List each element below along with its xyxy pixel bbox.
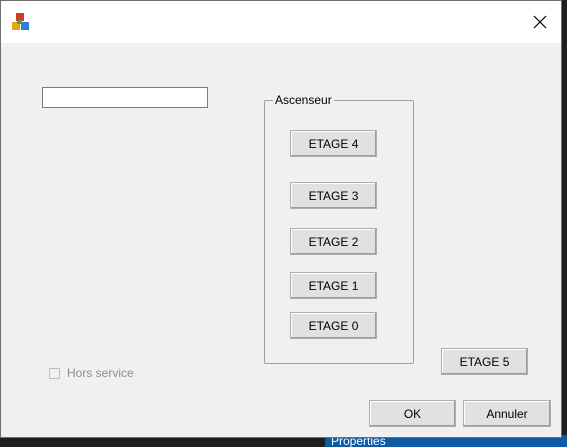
close-button[interactable] — [525, 7, 555, 37]
text-field[interactable] — [42, 87, 208, 108]
title-bar — [1, 1, 561, 43]
app-cubes-icon — [11, 12, 31, 32]
close-icon — [533, 15, 547, 29]
checkbox-box[interactable] — [49, 367, 60, 379]
floor-0-button[interactable]: ETAGE 0 — [290, 312, 377, 339]
floor-2-button[interactable]: ETAGE 2 — [290, 228, 377, 255]
cancel-button[interactable]: Annuler — [463, 400, 551, 427]
out-of-service-checkbox[interactable]: Hors service — [49, 366, 134, 380]
checkbox-label: Hors service — [67, 366, 134, 380]
dialog-window: Ascenseur ETAGE 4 ETAGE 3 ETAGE 2 ETAGE … — [0, 0, 562, 438]
floor-5-button[interactable]: ETAGE 5 — [441, 348, 528, 375]
floor-3-button[interactable]: ETAGE 3 — [290, 182, 377, 209]
ok-button[interactable]: OK — [369, 400, 456, 427]
elevator-group-label: Ascenseur — [273, 93, 334, 107]
floor-1-button[interactable]: ETAGE 1 — [290, 272, 377, 299]
floor-4-button[interactable]: ETAGE 4 — [290, 130, 377, 157]
